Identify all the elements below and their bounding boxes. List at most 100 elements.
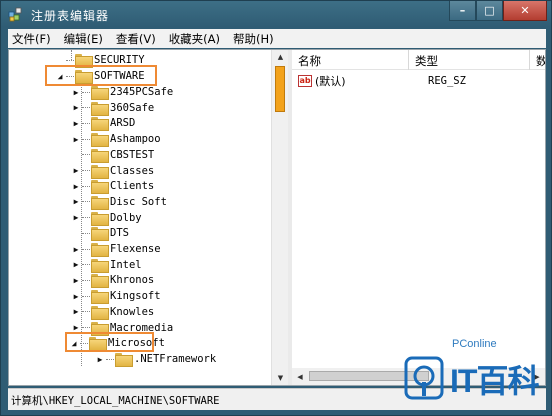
tree-node-label: Ashampoo xyxy=(110,133,161,146)
tree-node-label: CBSTEST xyxy=(110,148,155,161)
folder-icon xyxy=(91,305,109,320)
maximize-icon: □ xyxy=(484,4,495,17)
collapsed-arrow-icon[interactable]: ▶ xyxy=(71,291,81,301)
folder-icon xyxy=(91,195,109,210)
folder-icon xyxy=(91,243,109,257)
tree-node[interactable]: ▶ ARSD xyxy=(71,115,136,132)
string-value-icon: ab xyxy=(298,75,312,87)
collapsed-arrow-icon[interactable]: ▶ xyxy=(71,181,81,191)
tree-node-label: Disc Soft xyxy=(110,195,167,208)
scroll-up-arrow-icon[interactable]: ▲ xyxy=(272,50,288,64)
folder-icon xyxy=(91,211,109,226)
menu-help[interactable]: 帮助(H) xyxy=(233,31,274,47)
tree-node[interactable]: ▶ Clients xyxy=(71,178,155,195)
value-type: REG_SZ xyxy=(428,75,466,87)
pconline-watermark: PConline IT百科 xyxy=(398,332,548,412)
collapsed-arrow-icon[interactable]: ▶ xyxy=(71,260,81,270)
tree-node[interactable]: ▶ Knowles xyxy=(71,304,154,320)
collapsed-arrow-icon[interactable]: ▶ xyxy=(71,213,81,223)
tree-vertical-scrollbar[interactable]: ▲ ▼ xyxy=(271,50,288,385)
list-item[interactable]: ab (默认) REG_SZ xyxy=(292,72,466,90)
registry-tree[interactable]: SECURITY ◢ SOFTWARE ▶ 2345PCSafe ▶ 360Safe ▶… xyxy=(9,50,288,385)
menu-bar: 文件(F) 编辑(E) 查看(V) 收藏夹(A) 帮助(H) xyxy=(8,29,546,48)
highlight-box-software xyxy=(45,65,157,86)
folder-icon xyxy=(91,86,109,100)
close-button[interactable]: ✕ xyxy=(503,1,547,21)
folder-icon xyxy=(91,148,109,163)
menu-view[interactable]: 查看(V) xyxy=(116,31,156,47)
folder-icon xyxy=(91,101,109,116)
tree-node-label: Knowles xyxy=(110,305,155,318)
tree-node[interactable]: ▶ Khronos xyxy=(71,272,155,289)
collapsed-arrow-icon[interactable]: ▶ xyxy=(71,197,81,207)
folder-icon xyxy=(91,133,109,148)
collapsed-arrow-icon[interactable]: ▶ xyxy=(71,118,81,128)
collapsed-arrow-icon[interactable]: ▶ xyxy=(71,134,81,144)
window-title: 注册表编辑器 xyxy=(31,9,110,23)
collapsed-arrow-icon[interactable]: ▶ xyxy=(71,323,81,333)
tree-node-label: .NETFramework xyxy=(134,353,217,365)
value-name: (默认) xyxy=(315,75,346,88)
tree-node-label: Kingsoft xyxy=(110,290,161,303)
scroll-thumb[interactable] xyxy=(275,66,285,112)
tree-node[interactable]: CBSTEST xyxy=(71,147,154,163)
collapsed-arrow-icon[interactable]: ▶ xyxy=(71,166,81,176)
tree-node-label: Dolby xyxy=(110,211,142,224)
collapsed-arrow-icon[interactable]: ▶ xyxy=(71,244,81,254)
title-bar[interactable]: 注册表编辑器 – □ ✕ xyxy=(1,1,552,28)
tree-node[interactable]: ▶ 360Safe xyxy=(71,100,154,116)
tree-node-label: Khronos xyxy=(110,274,155,287)
tree-node[interactable]: ▶ Disc Soft xyxy=(71,194,167,210)
tree-node[interactable]: DTS xyxy=(71,225,129,242)
column-name[interactable]: 名称 xyxy=(292,50,409,70)
folder-icon xyxy=(91,290,109,305)
scroll-down-arrow-icon[interactable]: ▼ xyxy=(272,371,288,385)
tree-node-label: Clients xyxy=(110,180,155,193)
menu-edit[interactable]: 编辑(E) xyxy=(64,31,103,47)
tree-node-netframework[interactable]: ▶ .NETFramework xyxy=(95,351,216,367)
tree-node[interactable]: ▶ 2345PCSafe xyxy=(71,84,173,100)
registry-editor-window: 注册表编辑器 – □ ✕ 文件(F) 编辑(E) 查看(V) 收藏夹(A) 帮助… xyxy=(0,0,552,416)
tree-node[interactable]: ▶ Intel xyxy=(71,257,142,273)
tree-node[interactable]: ▶ Classes xyxy=(71,163,154,179)
tree-node[interactable]: ▶ Kingsoft xyxy=(71,288,161,305)
tree-node-label: 360Safe xyxy=(110,101,155,114)
minimize-icon: – xyxy=(459,4,466,17)
menu-favorites[interactable]: 收藏夹(A) xyxy=(169,31,220,47)
tree-node-label: Classes xyxy=(110,164,155,177)
window-controls: – □ ✕ xyxy=(449,1,547,21)
column-data[interactable]: 数 xyxy=(530,50,545,70)
menu-file[interactable]: 文件(F) xyxy=(12,31,51,47)
folder-icon xyxy=(91,227,109,242)
tree-node-label: Intel xyxy=(110,258,142,271)
tree-node[interactable]: ▶ Dolby xyxy=(71,210,142,226)
tree-node-label: ARSD xyxy=(110,117,136,130)
close-icon: ✕ xyxy=(520,4,530,17)
folder-icon xyxy=(115,353,133,367)
tree-node-label: Flexense xyxy=(110,243,161,255)
watermark-brand: PConline xyxy=(452,338,497,350)
column-type[interactable]: 类型 xyxy=(409,50,530,70)
folder-icon xyxy=(91,117,109,132)
watermark-title: IT百科 xyxy=(450,363,539,399)
collapsed-arrow-icon[interactable]: ▶ xyxy=(95,354,105,364)
folder-icon xyxy=(91,258,109,273)
tree-node-label: DTS xyxy=(110,227,129,240)
collapsed-arrow-icon[interactable]: ▶ xyxy=(71,103,81,113)
collapsed-arrow-icon[interactable]: ▶ xyxy=(71,307,81,317)
maximize-button[interactable]: □ xyxy=(476,1,503,21)
status-path: 计算机\HKEY_LOCAL_MACHINE\SOFTWARE xyxy=(11,395,220,407)
regedit-app-icon xyxy=(8,7,22,22)
scroll-left-arrow-icon[interactable]: ◀ xyxy=(292,368,308,385)
collapsed-arrow-icon[interactable]: ▶ xyxy=(71,87,81,97)
folder-icon xyxy=(91,274,109,289)
minimize-button[interactable]: – xyxy=(449,1,476,21)
tree-node-label: 2345PCSafe xyxy=(110,86,174,98)
collapsed-arrow-icon[interactable]: ▶ xyxy=(71,275,81,285)
highlight-box-microsoft xyxy=(65,332,154,352)
tree-node[interactable]: ▶ Flexense xyxy=(71,241,161,257)
folder-icon xyxy=(91,180,109,195)
pconline-logo-icon xyxy=(404,356,444,400)
tree-node[interactable]: ▶ Ashampoo xyxy=(71,131,161,148)
